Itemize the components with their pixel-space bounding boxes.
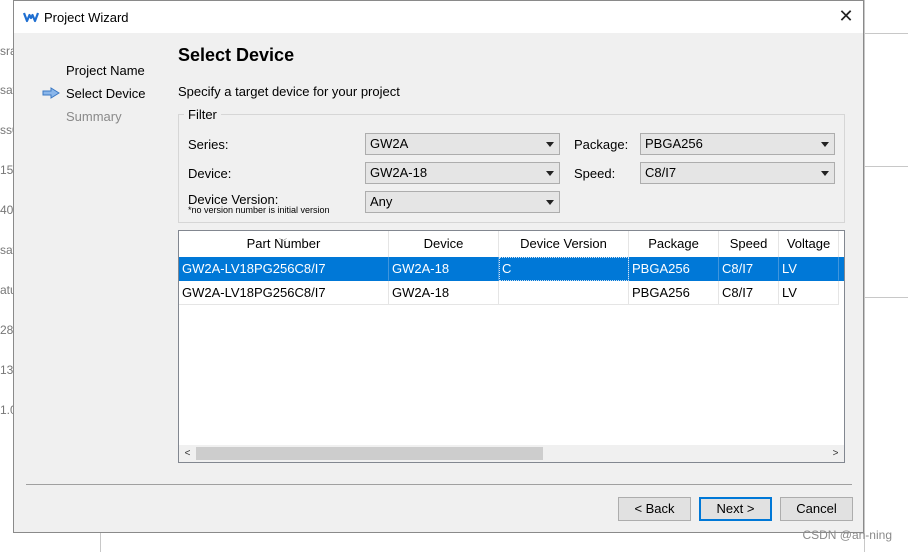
speed-label: Speed:: [574, 166, 616, 181]
cell-part-number: GW2A-LV18PG256C8/I7: [179, 281, 389, 305]
column-header-part-number[interactable]: ﹀ Part Number: [179, 231, 389, 257]
series-label: Series:: [188, 137, 229, 152]
table-row[interactable]: GW2A-LV18PG256C8/I7 GW2A-18 PBGA256 C8/I…: [179, 281, 844, 305]
scroll-left-icon[interactable]: <: [179, 445, 196, 462]
back-button[interactable]: < Back: [618, 497, 691, 521]
current-step-arrow-icon: [42, 87, 60, 99]
cell-package: PBGA256: [629, 257, 719, 281]
cancel-button[interactable]: Cancel: [780, 497, 853, 521]
device-table[interactable]: ﹀ Part Number Device Device Version Pack…: [178, 230, 845, 463]
page-subtitle: Specify a target device for your project: [178, 84, 400, 99]
cell-speed: C8/I7: [719, 281, 779, 305]
chevron-down-icon: [546, 200, 554, 205]
app-logo-icon: [23, 12, 39, 23]
cell-package: PBGA256: [629, 281, 719, 305]
horizontal-scrollbar[interactable]: < >: [179, 445, 844, 462]
cell-device: GW2A-18: [389, 257, 499, 281]
device-value: GW2A-18: [370, 165, 428, 180]
cell-voltage: LV: [779, 257, 839, 281]
step-project-name: Project Name: [66, 63, 145, 78]
series-select[interactable]: GW2A: [365, 133, 560, 155]
background-divider: [864, 0, 865, 552]
column-header-speed[interactable]: Speed: [719, 231, 779, 257]
package-select[interactable]: PBGA256: [640, 133, 835, 155]
package-label: Package:: [574, 137, 629, 152]
footer-divider: [26, 484, 852, 485]
step-summary: Summary: [66, 109, 122, 124]
page-title: Select Device: [178, 45, 295, 65]
speed-select[interactable]: C8/I7: [640, 162, 835, 184]
column-header-device-version[interactable]: Device Version: [499, 231, 629, 257]
filter-legend: Filter: [184, 107, 221, 122]
background-fragment: 15: [0, 163, 14, 177]
cell-device-version: [499, 281, 629, 305]
cell-speed: C8/I7: [719, 257, 779, 281]
cell-device-version: C: [499, 257, 629, 281]
background-divider: [864, 166, 908, 167]
close-icon[interactable]: ✕: [837, 7, 855, 25]
device-label: Device:: [188, 166, 232, 181]
series-value: GW2A: [370, 136, 409, 151]
background-fragment: 13: [0, 363, 14, 377]
device-version-value: Any: [370, 194, 393, 209]
package-value: PBGA256: [645, 136, 703, 151]
table-header: ﹀ Part Number Device Device Version Pack…: [179, 231, 844, 257]
cell-part-number: GW2A-LV18PG256C8/I7: [179, 257, 389, 281]
sort-indicator-icon: ﹀: [279, 238, 287, 247]
title-bar[interactable]: Project Wizard ✕: [14, 1, 863, 33]
background-divider: [100, 533, 101, 552]
chevron-down-icon: [546, 142, 554, 147]
column-header-voltage[interactable]: Voltage: [779, 231, 839, 257]
scroll-right-icon[interactable]: >: [827, 445, 844, 462]
device-version-note: *no version number is initial version: [188, 205, 330, 215]
device-version-select[interactable]: Any: [365, 191, 560, 213]
background-divider: [864, 297, 908, 298]
background-divider: [864, 33, 908, 34]
cell-device: GW2A-18: [389, 281, 499, 305]
next-button[interactable]: Next >: [699, 497, 772, 521]
chevron-down-icon: [546, 171, 554, 176]
column-header-device[interactable]: Device: [389, 231, 499, 257]
window-title: Project Wizard: [44, 10, 129, 25]
watermark: CSDN @an-ning: [802, 528, 892, 542]
cell-voltage: LV: [779, 281, 839, 305]
scrollbar-thumb[interactable]: [196, 447, 543, 460]
table-row[interactable]: GW2A-LV18PG256C8/I7 GW2A-18 C PBGA256 C8…: [179, 257, 844, 281]
device-select[interactable]: GW2A-18: [365, 162, 560, 184]
project-wizard-dialog: Project Wizard ✕ Project Name Select Dev…: [13, 0, 864, 533]
speed-value: C8/I7: [645, 165, 677, 180]
column-header-package[interactable]: Package: [629, 231, 719, 257]
step-select-device: Select Device: [66, 86, 146, 101]
chevron-down-icon: [821, 142, 829, 147]
chevron-down-icon: [821, 171, 829, 176]
